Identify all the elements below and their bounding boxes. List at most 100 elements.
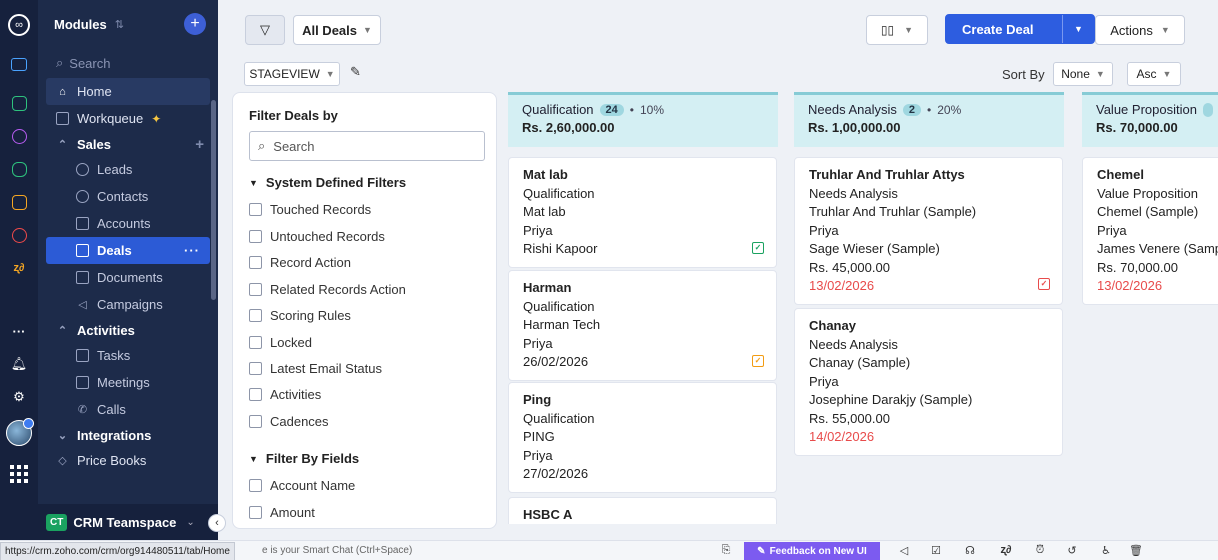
sidebar-group-activities[interactable]: ⌃ Activities — [38, 318, 218, 342]
deal-name[interactable]: Ping — [523, 391, 762, 410]
sidebar-item-home[interactable]: ⌂ Home — [46, 78, 210, 105]
add-to-group-icon[interactable]: + — [195, 136, 204, 153]
sidebar-item-label: Deals — [97, 243, 132, 258]
sort-modules-icon[interactable]: ⇅ — [115, 18, 124, 31]
sidebar-item-accounts[interactable]: Accounts — [38, 210, 218, 237]
sidebar-item-calls[interactable]: ✆ Calls — [38, 396, 218, 423]
checkbox[interactable] — [249, 336, 262, 349]
checkbox[interactable] — [249, 506, 262, 519]
deal-card[interactable]: Mat lab Qualification Mat lab Priya Rish… — [508, 157, 777, 268]
sidebar-item-documents[interactable]: Documents — [38, 264, 218, 291]
checkbox[interactable] — [249, 230, 262, 243]
zia-icon[interactable]: ʐ∂ — [9, 258, 29, 278]
view-layout-dropdown[interactable]: ▯▯ ▼ — [866, 15, 928, 45]
task-check-icon[interactable]: ✓ — [752, 242, 764, 254]
task-check-icon[interactable]: ✓ — [752, 355, 764, 367]
sidebar-item-price-books[interactable]: ◇ Price Books — [38, 447, 218, 474]
sidebar-item-leads[interactable]: Leads — [38, 156, 218, 183]
filter-option[interactable]: Touched Records — [249, 202, 371, 217]
sales-inbox-icon[interactable] — [9, 159, 29, 179]
actions-dropdown[interactable]: Actions ▼ — [1095, 15, 1185, 45]
search-analytics-icon[interactable] — [9, 225, 29, 245]
deal-card[interactable]: Truhlar And Truhlar Attys Needs Analysis… — [794, 157, 1063, 305]
feedback-button[interactable]: ✎ Feedback on New UI — [744, 542, 880, 560]
settings-gear-icon[interactable]: ⚙ — [9, 387, 29, 407]
sidebar-group-integrations[interactable]: ⌄ Integrations — [38, 423, 218, 447]
trash-icon[interactable]: 🗑︎ — [1128, 544, 1144, 557]
sidebar-scrollbar[interactable] — [211, 100, 216, 300]
zia-icon[interactable]: ʐ∂ — [998, 544, 1014, 556]
filter-option[interactable]: Latest Email Status — [249, 361, 382, 376]
deal-name[interactable]: Chanay — [809, 317, 1048, 336]
deal-name[interactable]: Truhlar And Truhlar Attys — [809, 166, 1048, 185]
checkbox[interactable] — [249, 362, 262, 375]
field-filters-header[interactable]: ▼ Filter By Fields — [249, 451, 359, 466]
teamspace-switcher[interactable]: CT CRM Teamspace ⌄ — [38, 504, 218, 540]
deal-card[interactable]: Ping Qualification PING Priya 27/02/2026 — [508, 382, 777, 493]
checkbox[interactable] — [249, 203, 262, 216]
deal-card[interactable]: HSBC A — [508, 497, 777, 524]
filter-search-input[interactable]: ⌕ Search — [249, 131, 485, 161]
checkbox[interactable] — [249, 415, 262, 428]
checkbox[interactable] — [249, 256, 262, 269]
filter-option[interactable]: Activities — [249, 387, 321, 402]
sidebar-item-contacts[interactable]: Contacts — [38, 183, 218, 210]
analytics-icon[interactable] — [9, 93, 29, 113]
deal-name[interactable]: Chemel — [1097, 166, 1218, 185]
app-grid-icon[interactable] — [10, 465, 28, 483]
deal-name[interactable]: Harman — [523, 279, 762, 298]
filter-option[interactable]: Amount — [249, 505, 315, 520]
filter-option[interactable]: Locked — [249, 335, 312, 350]
filter-option[interactable]: Scoring Rules — [249, 308, 351, 323]
custom-view-dropdown[interactable]: All Deals ▼ — [293, 15, 381, 45]
stageview-dropdown[interactable]: STAGEVIEW ▼ — [244, 62, 340, 86]
sidebar-group-sales[interactable]: ⌃ Sales + — [38, 132, 218, 156]
announcement-icon[interactable]: ◁ — [896, 544, 912, 557]
filter-option[interactable]: Untouched Records — [249, 229, 385, 244]
notifications-bell-icon[interactable]: 🔔︎ — [9, 354, 29, 374]
chat-icon[interactable]: ☊ — [962, 544, 978, 557]
deal-card[interactable]: Chanay Needs Analysis Chanay (Sample) Pr… — [794, 308, 1063, 456]
more-icon[interactable]: ··· — [9, 321, 29, 341]
more-options-icon[interactable]: ··· — [184, 243, 200, 258]
create-deal-button[interactable]: Create Deal ▼ — [945, 14, 1095, 44]
screen-capture-icon[interactable]: ⎘ — [718, 544, 734, 557]
sidebar-item-tasks[interactable]: Tasks — [38, 342, 218, 369]
smart-chat-hint[interactable]: e is your Smart Chat (Ctrl+Space) — [262, 545, 412, 556]
system-filters-header[interactable]: ▼ System Defined Filters — [249, 175, 406, 190]
sidebar-item-meetings[interactable]: Meetings — [38, 369, 218, 396]
history-icon[interactable]: ↺ — [1064, 544, 1080, 557]
checkbox[interactable] — [249, 309, 262, 322]
create-deal-options-button[interactable]: ▼ — [1062, 15, 1094, 43]
modules-icon[interactable] — [9, 54, 29, 74]
sidebar-item-deals[interactable]: Deals ··· — [46, 237, 210, 264]
user-avatar[interactable] — [6, 418, 34, 446]
sort-field-dropdown[interactable]: None ▼ — [1053, 62, 1113, 86]
checkbox[interactable] — [249, 283, 262, 296]
filter-toggle-button[interactable]: ▽ — [245, 15, 285, 45]
reports-icon[interactable] — [9, 126, 29, 146]
checklist-icon[interactable]: ☑ — [928, 544, 944, 557]
module-search[interactable]: ⌕ Search — [38, 48, 218, 78]
filter-option[interactable]: Related Records Action — [249, 282, 406, 297]
collapse-sidebar-button[interactable]: ‹ — [208, 514, 226, 532]
filter-option[interactable]: Account Name — [249, 478, 355, 493]
deal-card[interactable]: Harman Qualification Harman Tech Priya 2… — [508, 270, 777, 381]
marketplace-icon[interactable] — [9, 192, 29, 212]
sidebar-item-workqueue[interactable]: Workqueue ✦ — [38, 105, 218, 132]
deal-name[interactable]: Mat lab — [523, 166, 762, 185]
add-module-button[interactable]: + — [184, 13, 206, 35]
checkbox[interactable] — [249, 479, 262, 492]
alarm-clock-icon[interactable]: ⏰︎ — [1032, 544, 1048, 557]
checkbox[interactable] — [249, 388, 262, 401]
sidebar-item-campaigns[interactable]: ◁ Campaigns — [38, 291, 218, 318]
filter-option[interactable]: Cadences — [249, 414, 329, 429]
deal-name[interactable]: HSBC A — [523, 506, 762, 524]
zoho-logo-icon[interactable]: ∞ — [8, 14, 30, 36]
edit-pencil-icon[interactable]: ✎ — [350, 64, 366, 82]
accessibility-icon[interactable]: ♿︎ — [1098, 544, 1114, 557]
sort-order-dropdown[interactable]: Asc ▼ — [1127, 62, 1181, 86]
filter-option[interactable]: Record Action — [249, 255, 351, 270]
deal-card[interactable]: Chemel Value Proposition Chemel (Sample)… — [1082, 157, 1218, 305]
task-check-icon[interactable]: ✓ — [1038, 278, 1050, 290]
